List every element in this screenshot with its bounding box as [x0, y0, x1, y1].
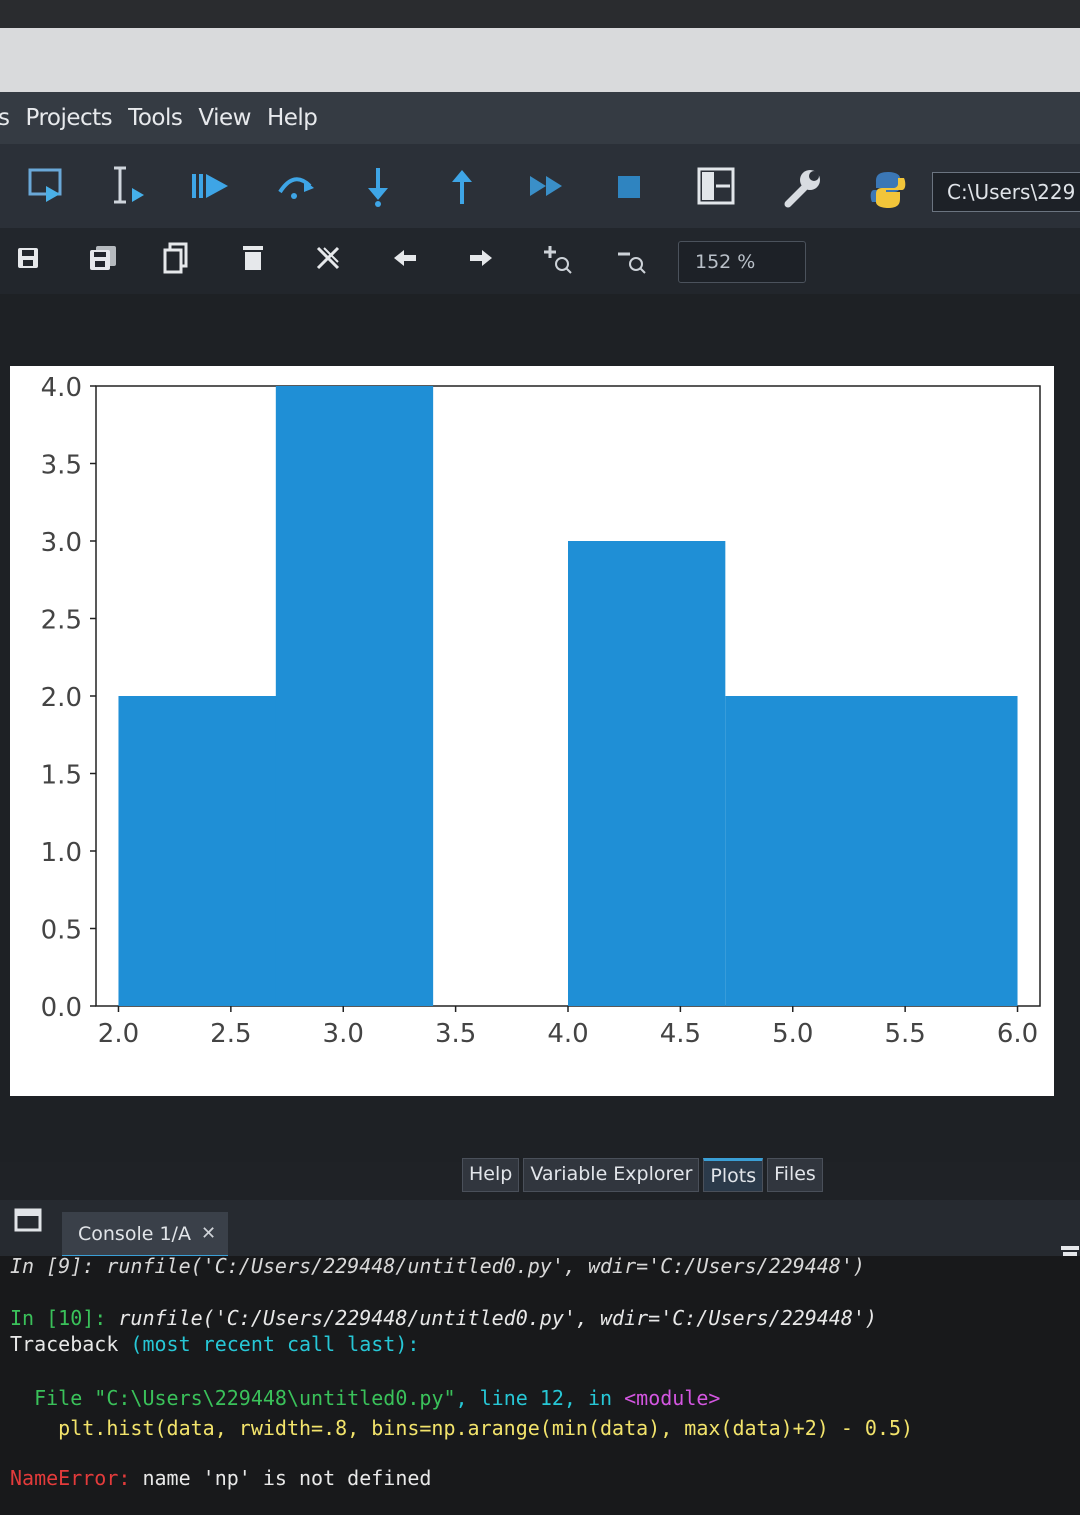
y-tick-label: 3.0 [41, 528, 82, 558]
traceback-note: (most recent call last): [130, 1332, 420, 1356]
tab-plots[interactable]: Plots [703, 1158, 764, 1192]
zoom-level-field[interactable]: 152 % [678, 241, 806, 283]
x-tick-label: 5.0 [772, 1019, 813, 1049]
x-tick-label: 3.5 [435, 1019, 476, 1049]
tab-files[interactable]: Files [767, 1158, 823, 1192]
y-tick-label: 0.5 [41, 916, 82, 946]
x-tick-label: 3.0 [323, 1019, 364, 1049]
console-line-1: In [9]: runfile('C:/Users/229448/untitle… [10, 1254, 865, 1278]
file-path: "C:\Users\229448\untitled0.py" [94, 1386, 456, 1410]
wrench-icon[interactable] [780, 166, 824, 210]
close-icon[interactable]: ✕ [201, 1223, 216, 1244]
console-line-5: plt.hist(data, rwidth=.8, bins=np.arange… [10, 1416, 914, 1440]
console-tab[interactable]: Console 1/A ✕ [62, 1212, 228, 1258]
plots-toolbar: 152 % [0, 228, 1080, 294]
menu-bar: s Projects Tools View Help [0, 92, 1080, 144]
y-tick-label: 3.5 [41, 451, 82, 481]
menu-item-help[interactable]: Help [267, 105, 318, 131]
python-icon[interactable] [866, 168, 910, 212]
debug-cursor-icon[interactable] [108, 162, 152, 210]
line-info: , line 12, in [455, 1386, 625, 1410]
traceback-label: Traceback [10, 1332, 131, 1356]
pane-tabs: Help Variable Explorer Plots Files [462, 1158, 823, 1192]
back-arrow-icon[interactable] [392, 248, 418, 268]
y-tick-label: 2.5 [41, 606, 82, 636]
continue-icon[interactable] [190, 170, 232, 202]
console-tab-label: Console 1/A [78, 1222, 191, 1245]
fast-forward-icon[interactable] [528, 172, 568, 200]
x-tick-label: 4.5 [660, 1019, 701, 1049]
y-tick-label: 4.0 [41, 373, 82, 403]
stop-icon[interactable] [616, 174, 642, 200]
x-tick-label: 4.0 [547, 1019, 588, 1049]
close-all-icon[interactable] [314, 244, 342, 272]
zoom-in-icon[interactable] [540, 242, 574, 276]
layout-icon[interactable] [696, 166, 736, 206]
console-line-3: Traceback (most recent call last): [10, 1332, 419, 1356]
menu-item-projects[interactable]: Projects [25, 105, 112, 131]
module-label: <module> [624, 1386, 721, 1410]
file-label: File [10, 1386, 95, 1410]
histogram-bar [275, 386, 434, 1006]
forward-arrow-icon[interactable] [468, 248, 494, 268]
tab-help[interactable]: Help [462, 1158, 520, 1192]
y-tick-label: 2.0 [41, 683, 82, 713]
plot-figure: 0.0 0.5 1.0 1.5 2.0 2.5 3.0 3.5 4.0 2.0 2.5 3.0 3.5 4… [10, 366, 1054, 1096]
y-tick-label: 1.0 [41, 838, 82, 868]
console-line-2: In [10]: runfile('C:/Users/229448/untitl… [10, 1306, 877, 1330]
step-into-icon[interactable] [360, 164, 396, 208]
menu-item-source[interactable]: s [0, 105, 10, 131]
console-output[interactable]: In [9]: runfile('C:/Users/229448/untitle… [0, 1254, 1080, 1515]
x-tick-label: 2.0 [98, 1019, 139, 1049]
console-code: runfile('C:/Users/229448/untitled0.py', … [106, 1306, 877, 1330]
step-out-icon[interactable] [444, 164, 480, 208]
histogram-bar [568, 541, 726, 1006]
menu-item-view[interactable]: View [198, 105, 251, 131]
console-options-icon[interactable] [14, 1208, 42, 1232]
save-all-icon[interactable] [88, 244, 118, 272]
delete-icon[interactable] [242, 244, 264, 272]
menu-item-tools[interactable]: Tools [128, 105, 183, 131]
run-cell-icon[interactable] [26, 164, 70, 208]
main-toolbar: C:\Users\229 [0, 144, 1080, 228]
error-type: NameError: [10, 1466, 131, 1490]
histogram-chart: 0.0 0.5 1.0 1.5 2.0 2.5 3.0 3.5 4.0 2.0 2.5 3.0 3.5 4… [41, 373, 1041, 1049]
copy-icon[interactable] [162, 242, 190, 274]
console-line-6: NameError: name 'np' is not defined [10, 1466, 431, 1490]
screen-top-bezel [0, 0, 1080, 28]
histogram-bar [725, 696, 1018, 1006]
y-tick-label: 1.5 [41, 761, 82, 791]
zoom-out-icon[interactable] [614, 246, 648, 276]
save-icon[interactable] [16, 246, 40, 270]
x-tick-label: 6.0 [997, 1019, 1038, 1049]
working-directory-field[interactable]: C:\Users\229 [932, 172, 1080, 212]
error-message: name 'np' is not defined [130, 1466, 432, 1490]
console-prompt: In [10]: [10, 1306, 107, 1330]
y-tick-label: 0.0 [41, 993, 82, 1023]
step-over-icon[interactable] [274, 166, 318, 202]
x-tick-label: 5.5 [884, 1019, 925, 1049]
console-line-4: File "C:\Users\229448\untitled0.py", lin… [10, 1386, 720, 1410]
x-tick-label: 2.5 [210, 1019, 251, 1049]
window-title-area [0, 28, 1080, 92]
tab-variable-explorer[interactable]: Variable Explorer [523, 1158, 700, 1192]
